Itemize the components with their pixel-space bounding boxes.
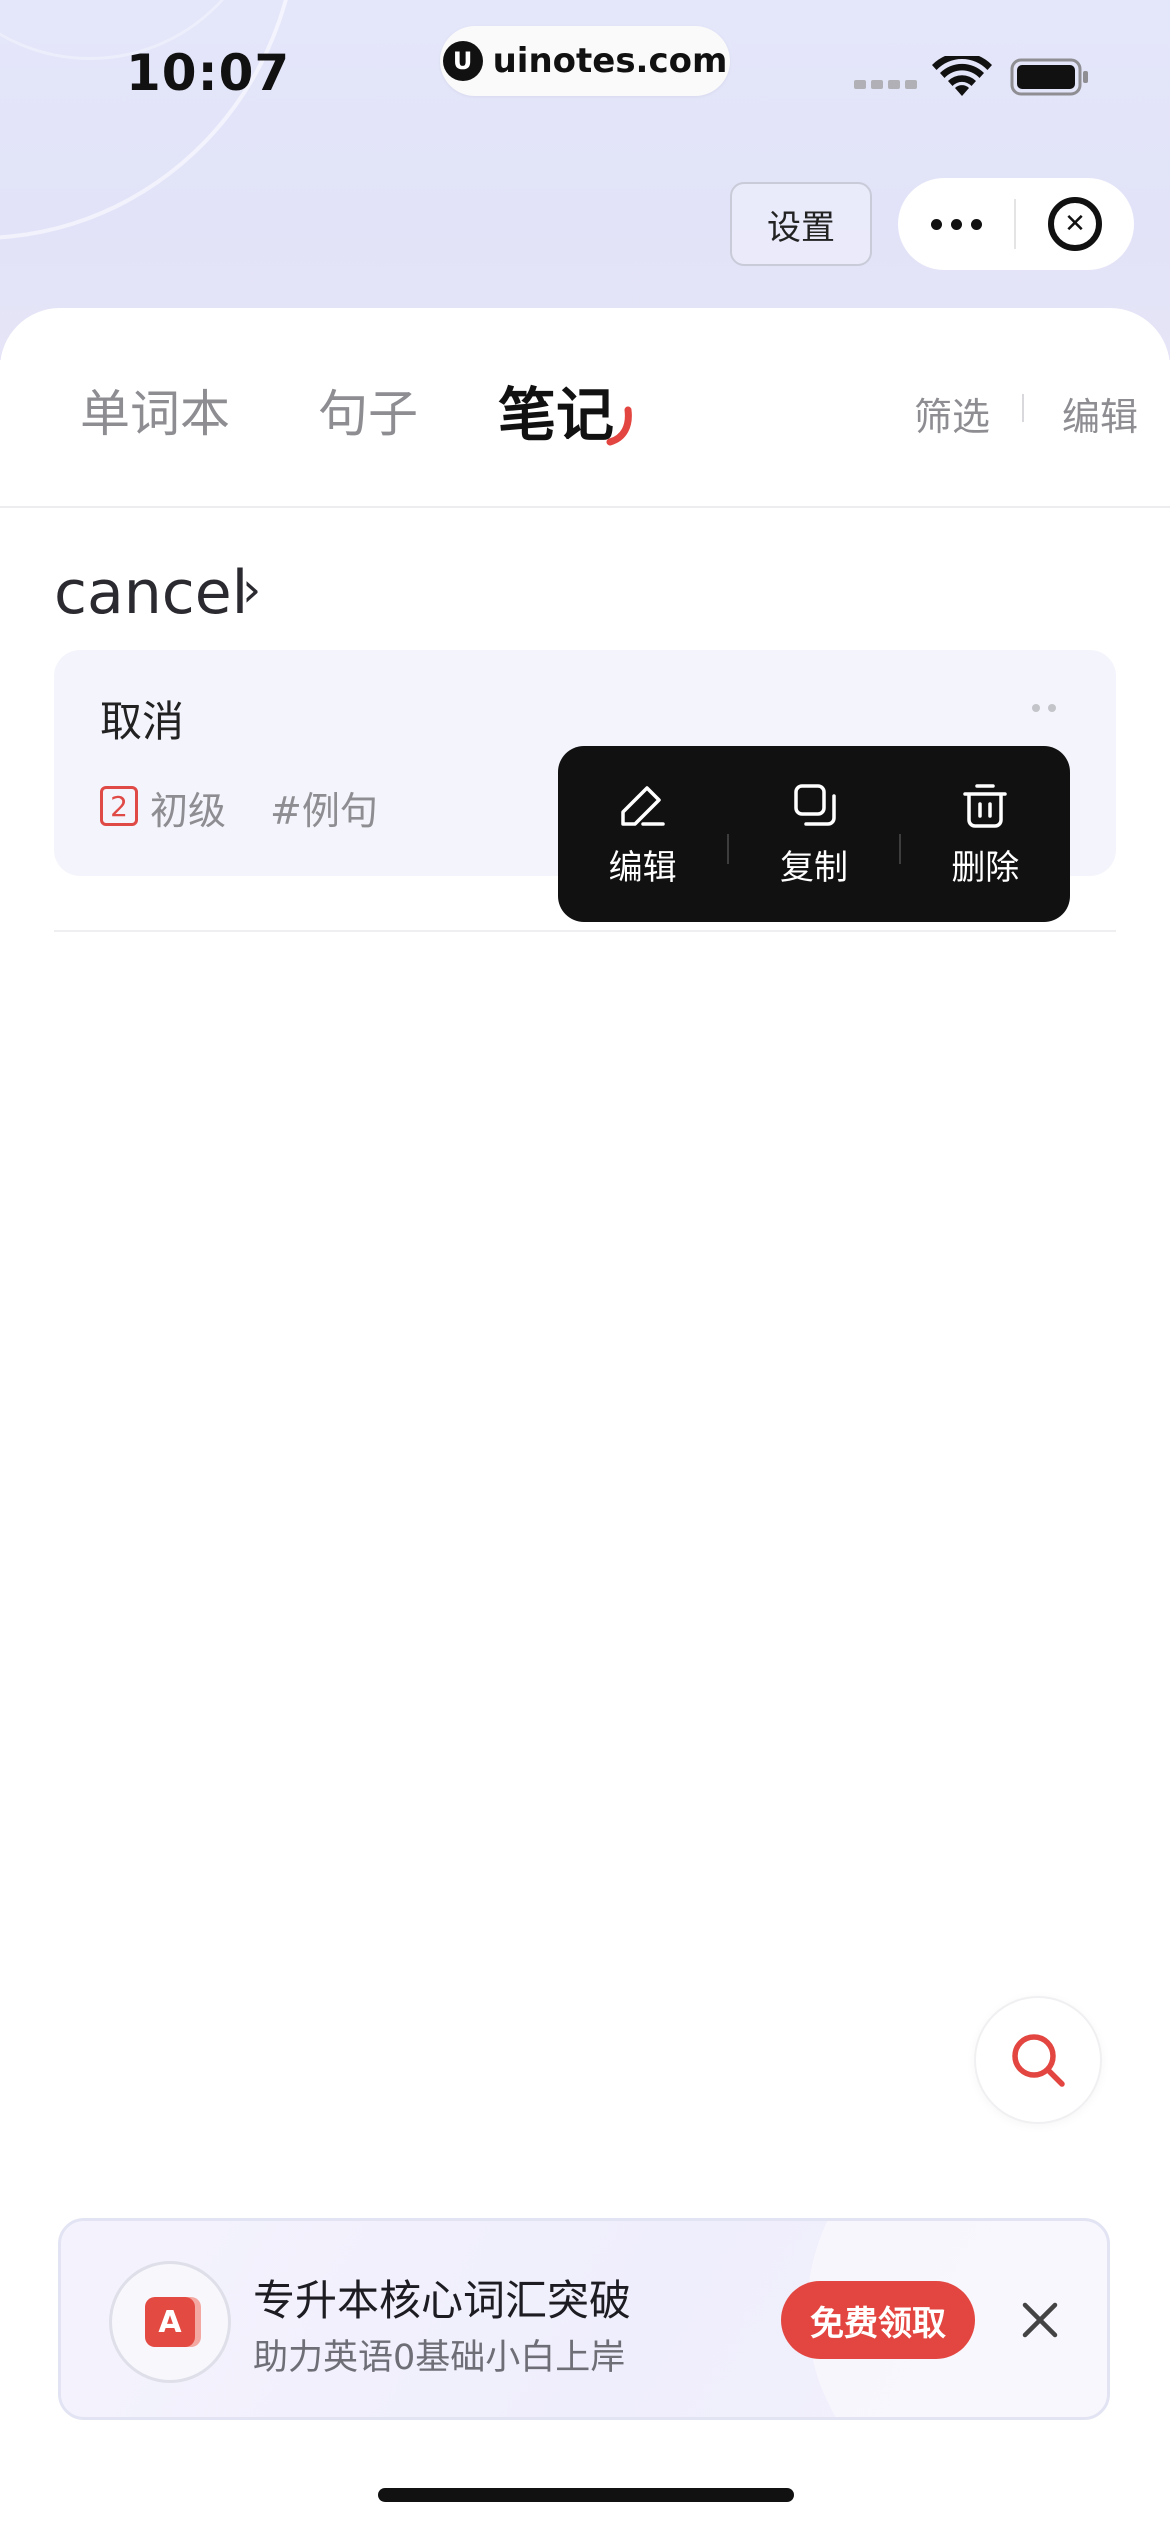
- claim-free-button[interactable]: 免费领取: [781, 2281, 975, 2359]
- close-icon[interactable]: [1017, 2297, 1063, 2343]
- promo-title: 专升本核心词汇突破: [253, 2276, 632, 2325]
- home-indicator[interactable]: [378, 2488, 794, 2502]
- note-more-icon[interactable]: [1032, 704, 1056, 712]
- settings-button[interactable]: 设置: [730, 182, 872, 266]
- level-badge: 2: [100, 786, 138, 826]
- search-icon: [1012, 2034, 1065, 2087]
- list-divider: [54, 930, 1116, 932]
- dot-icon: [930, 218, 942, 230]
- tab-sentences[interactable]: 句子: [318, 374, 418, 446]
- level-label: 初级: [150, 789, 227, 833]
- url-text: uinotes.com: [492, 41, 728, 81]
- dot-icon: [950, 218, 962, 230]
- tab-notes[interactable]: 笔记: [498, 368, 614, 452]
- active-tab-mark-icon: [606, 406, 632, 446]
- promo-banner[interactable]: A 专升本核心词汇突破 助力英语0基础小白上岸 免费领取: [58, 2218, 1110, 2420]
- app-logo-icon: A: [145, 2297, 195, 2347]
- screen: 10:07 U uinotes.com 设置 ✕ 单词本 句子 笔记 筛选 编辑…: [0, 0, 1170, 2532]
- chevron-right-icon[interactable]: ›: [242, 562, 261, 618]
- promo-subtitle: 助力英语0基础小白上岸: [253, 2338, 626, 2378]
- word-title[interactable]: cancel: [54, 558, 248, 628]
- status-time: 10:07: [126, 44, 291, 102]
- tag-label: #例句: [270, 789, 378, 833]
- close-circle-icon: ✕: [1048, 197, 1102, 251]
- content-sheet: 单词本 句子 笔记 筛选 编辑 cancel › 取消 2 初级 #例句 编辑 …: [0, 308, 1170, 2532]
- action-divider: [1022, 394, 1024, 422]
- popup-edit-label: 编辑: [608, 847, 677, 888]
- edit-button[interactable]: 编辑: [1062, 386, 1138, 441]
- popup-copy-button[interactable]: 复制: [729, 780, 898, 889]
- dot-icon: [970, 218, 982, 230]
- pencil-icon: [620, 785, 665, 826]
- url-pill[interactable]: U uinotes.com: [440, 26, 730, 96]
- mini-program-capsule: ✕: [898, 178, 1134, 270]
- popup-delete-label: 删除: [951, 847, 1020, 888]
- site-logo-icon: U: [442, 41, 483, 81]
- tab-wordbook[interactable]: 单词本: [80, 374, 230, 446]
- popup-edit-button[interactable]: 编辑: [558, 780, 727, 889]
- wifi-icon: [932, 56, 992, 96]
- copy-icon: [794, 783, 836, 826]
- cellular-signal-icon: [854, 80, 917, 89]
- search-button[interactable]: [974, 1996, 1102, 2124]
- note-context-menu: 编辑 复制 删除: [558, 746, 1070, 922]
- tabs-divider: [0, 506, 1170, 508]
- trash-icon: [963, 783, 1008, 828]
- popup-delete-button[interactable]: 删除: [901, 780, 1070, 889]
- battery-icon: [1010, 58, 1088, 96]
- promo-logo: A: [109, 2261, 231, 2383]
- note-text: 取消: [100, 697, 185, 746]
- popup-copy-label: 复制: [779, 847, 848, 888]
- more-menu-button[interactable]: [898, 178, 1014, 270]
- close-mini-program-button[interactable]: ✕: [1016, 178, 1134, 270]
- filter-button[interactable]: 筛选: [914, 386, 990, 441]
